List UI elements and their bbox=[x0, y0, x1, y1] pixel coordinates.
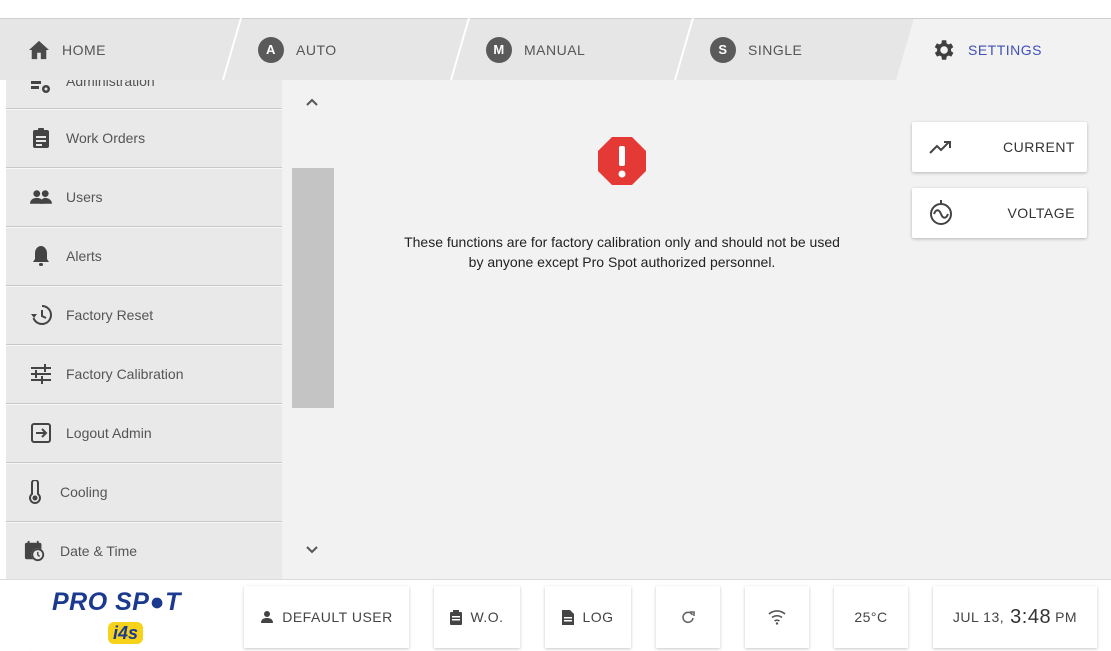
sidebar-item-date-time[interactable]: Date & Time bbox=[6, 522, 282, 579]
tab-auto[interactable]: A AUTO bbox=[224, 18, 468, 80]
log-button[interactable]: LOG bbox=[545, 586, 631, 648]
refresh-button[interactable] bbox=[656, 586, 720, 648]
logo-subtext: i4s bbox=[108, 622, 144, 644]
tab-home-label: HOME bbox=[62, 41, 106, 58]
sidebar-item-work-orders[interactable]: Work Orders bbox=[6, 109, 282, 168]
sidebar-item-label: Work Orders bbox=[66, 130, 146, 146]
current-button-label: CURRENT bbox=[1003, 139, 1075, 155]
sidebar-item-logout-admin[interactable]: Logout Admin bbox=[6, 404, 282, 463]
sidebar-item-label: Logout Admin bbox=[66, 425, 152, 441]
tab-auto-label: AUTO bbox=[296, 41, 337, 58]
date-value: JUL 13, bbox=[952, 609, 1005, 625]
log-button-label: LOG bbox=[582, 609, 614, 625]
wifi-icon bbox=[768, 610, 786, 625]
gear-icon bbox=[934, 39, 954, 60]
date-time-readout[interactable]: JUL 13, 3:48 PM bbox=[933, 586, 1097, 648]
sidebar-item-label: Administration bbox=[66, 80, 155, 89]
sidebar-item-alerts[interactable]: Alerts bbox=[6, 227, 282, 286]
tab-settings[interactable]: SETTINGS bbox=[896, 18, 1111, 80]
tune-sliders-icon bbox=[30, 363, 52, 385]
app-window: HOME A AUTO M MANUAL S SINGLE SETTINGS A… bbox=[0, 0, 1111, 651]
status-bar: PRO SP●T i4s DEFAULT USER W.O. LOG 25°C … bbox=[0, 579, 1111, 651]
temperature-readout: 25°C bbox=[834, 586, 908, 648]
sine-wave-circle-icon bbox=[930, 200, 952, 225]
tab-single[interactable]: S SINGLE bbox=[676, 18, 916, 80]
user-button[interactable]: DEFAULT USER bbox=[244, 586, 409, 648]
wifi-button[interactable] bbox=[745, 586, 809, 648]
single-badge-icon: S bbox=[710, 37, 736, 63]
history-icon bbox=[30, 304, 52, 326]
auto-badge-icon: A bbox=[258, 37, 284, 63]
warning-octagon-icon bbox=[596, 135, 648, 187]
tab-settings-label: SETTINGS bbox=[968, 41, 1043, 58]
scrollbar-thumb[interactable] bbox=[292, 168, 334, 408]
bell-icon bbox=[30, 245, 52, 267]
user-button-label: DEFAULT USER bbox=[282, 609, 393, 625]
home-icon bbox=[28, 40, 50, 60]
warning-line-1: These functions are for factory calibrat… bbox=[404, 234, 840, 250]
clipboard-icon bbox=[30, 127, 52, 149]
pro-spot-logo: PRO SP●T i4s bbox=[30, 584, 226, 651]
sidebar-item-users[interactable]: Users bbox=[6, 168, 282, 227]
current-button[interactable]: CURRENT bbox=[912, 122, 1087, 172]
content-area: These functions are for factory calibrat… bbox=[282, 80, 1111, 579]
sidebar-item-factory-calibration[interactable]: Factory Calibration bbox=[6, 345, 282, 404]
admin-settings-icon bbox=[30, 80, 52, 98]
exit-icon bbox=[30, 422, 52, 444]
sidebar-item-administration[interactable]: Administration bbox=[6, 80, 282, 109]
sidebar: Administration Work Orders Users Alerts bbox=[6, 80, 282, 579]
manual-badge-icon: M bbox=[486, 37, 512, 63]
time-value: 3:48 bbox=[1010, 605, 1052, 628]
voltage-button[interactable]: VOLTAGE bbox=[912, 188, 1087, 238]
trending-up-icon bbox=[929, 141, 951, 154]
refresh-icon bbox=[682, 611, 695, 624]
tab-home[interactable]: HOME bbox=[0, 18, 240, 80]
sidebar-item-label: Factory Reset bbox=[66, 307, 154, 323]
warning-line-2: by anyone except Pro Spot authorized per… bbox=[468, 254, 776, 270]
document-icon bbox=[562, 609, 575, 625]
scroll-up-chevron-icon[interactable] bbox=[302, 92, 322, 112]
ampm-value: PM bbox=[1055, 609, 1078, 625]
thermometer-icon bbox=[24, 480, 46, 504]
scroll-down-chevron-icon[interactable] bbox=[302, 540, 322, 560]
work-order-button[interactable]: W.O. bbox=[434, 586, 520, 648]
sidebar-item-label: Alerts bbox=[66, 248, 102, 264]
voltage-button-label: VOLTAGE bbox=[1007, 205, 1075, 221]
work-order-button-label: W.O. bbox=[470, 609, 504, 625]
clipboard-icon bbox=[450, 609, 463, 625]
sidebar-item-label: Factory Calibration bbox=[66, 366, 184, 382]
sidebar-item-cooling[interactable]: Cooling bbox=[6, 463, 282, 522]
tab-single-label: SINGLE bbox=[748, 41, 803, 58]
temperature-value: 25°C bbox=[854, 609, 888, 625]
top-strip bbox=[0, 0, 1111, 10]
person-icon bbox=[261, 611, 274, 623]
tab-bar: HOME A AUTO M MANUAL S SINGLE SETTINGS bbox=[0, 0, 1111, 80]
calibration-warning-text: These functions are for factory calibrat… bbox=[352, 232, 892, 272]
users-icon bbox=[30, 186, 52, 208]
sidebar-item-label: Date & Time bbox=[60, 543, 138, 559]
sidebar-item-factory-reset[interactable]: Factory Reset bbox=[6, 286, 282, 345]
sidebar-item-label: Users bbox=[66, 189, 103, 205]
tab-manual-label: MANUAL bbox=[524, 41, 586, 58]
logo-text: PRO SP●T bbox=[52, 588, 181, 616]
tab-manual[interactable]: M MANUAL bbox=[452, 18, 692, 80]
calendar-clock-icon bbox=[24, 540, 46, 562]
sidebar-item-label: Cooling bbox=[60, 484, 108, 500]
